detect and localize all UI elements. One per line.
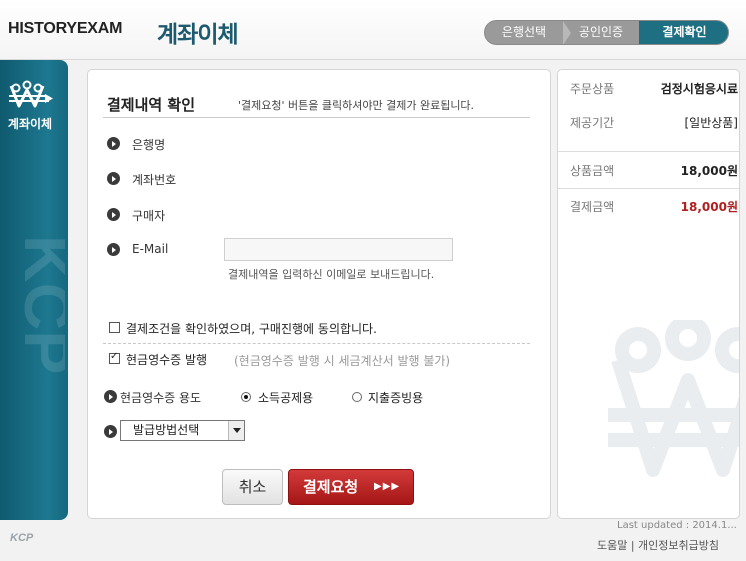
arrow-bullet-icon	[107, 137, 120, 150]
issue-method-select[interactable]: 발급방법선택	[120, 420, 245, 441]
usage-label: 현금영수증 용도	[120, 391, 202, 405]
progress-steps: 은행선택 공인인증 결제확인	[484, 20, 729, 45]
summary-product-key: 주문상품	[570, 82, 615, 96]
radio-income-deduction[interactable]	[241, 392, 251, 402]
arrow-bullet-icon	[104, 390, 117, 403]
arrow-bullet-icon	[107, 172, 120, 185]
footer-links[interactable]: 도움말 | 개인정보취급방침	[597, 537, 719, 553]
won-logo-icon	[9, 80, 53, 108]
buyer-label: 구매자	[132, 209, 166, 223]
left-rail: 계좌이체 KCP	[0, 60, 68, 520]
panel-title: 결제내역 확인	[107, 96, 196, 114]
last-updated: Last updated : 2014.1...	[617, 520, 737, 531]
chevron-down-icon	[228, 421, 244, 440]
agree-checkbox[interactable]	[109, 322, 120, 333]
payment-panel: 결제내역 확인 '결제요청' 버튼을 클릭하셔야만 결제가 완료됩니다. 은행명…	[87, 69, 551, 519]
kcp-watermark: KCP	[11, 235, 65, 374]
email-label: E-Mail	[132, 242, 169, 256]
receipt-checkbox[interactable]	[109, 351, 120, 364]
rail-label: 계좌이체	[7, 117, 53, 131]
step-certificate: 공인인증	[578, 25, 624, 39]
arrow-bullet-icon	[104, 425, 117, 438]
summary-price-value: 18,000원	[680, 164, 738, 178]
summary-period-key: 제공기간	[570, 116, 615, 130]
kcp-footer-logo: KCP	[10, 532, 34, 544]
arrow-bullet-icon	[107, 243, 120, 256]
summary-period-value: [일반상품]	[684, 116, 738, 130]
radio-expense-proof-label: 지출증빙용	[368, 391, 424, 405]
arrow-bullet-icon	[107, 208, 120, 221]
panel-description: '결제요청' 버튼을 클릭하셔야만 결제가 완료됩니다.	[238, 99, 475, 112]
divider	[103, 343, 530, 344]
summary-pay-key: 결제금액	[570, 200, 615, 214]
summary-period-row: 제공기간 [일반상품]	[570, 114, 738, 132]
step-bank-select: 은행선택	[501, 25, 547, 39]
submit-label: 결제요청	[303, 478, 359, 496]
page-title: 계좌이체	[157, 22, 239, 48]
brand-logo: HISTORYEXAM	[8, 20, 123, 37]
summary-price-row: 상품금액 18,000원	[570, 162, 738, 180]
order-summary-panel: 주문상품 검정시험응시료 제공기간 [일반상품] 상품금액 18,000원 결제…	[557, 69, 740, 519]
radio-income-deduction-label: 소득공제용	[258, 391, 314, 405]
summary-product-value: 검정시험응시료	[660, 82, 738, 96]
svg-text:KCP: KCP	[11, 235, 65, 374]
divider	[103, 117, 530, 118]
radio-expense-proof[interactable]	[352, 392, 362, 402]
account-label: 계좌번호	[132, 173, 177, 187]
divider	[558, 188, 739, 189]
receipt-note: (현금영수증 발행 시 세금계산서 발행 불가)	[234, 354, 451, 368]
receipt-label: 현금영수증 발행	[126, 353, 208, 367]
won-watermark-icon	[608, 320, 739, 477]
cancel-button[interactable]: 취소	[222, 469, 283, 505]
header-bar: HISTORYEXAM 계좌이체 은행선택 공인인증 결제확인	[0, 0, 746, 60]
step-payment-confirm: 결제확인	[639, 21, 728, 44]
bank-label: 은행명	[132, 138, 166, 152]
issue-method-value: 발급방법선택	[133, 423, 200, 437]
divider	[558, 151, 739, 152]
summary-pay-value: 18,000원	[680, 200, 738, 214]
email-note: 결제내역을 입력하신 이메일로 보내드립니다.	[228, 268, 435, 281]
agree-label: 결제조건을 확인하였으며, 구매진행에 동의합니다.	[126, 322, 377, 336]
triple-arrow-icon: ▶▶▶	[374, 481, 401, 492]
summary-price-key: 상품금액	[570, 164, 615, 178]
email-field[interactable]	[224, 238, 453, 261]
summary-product-row: 주문상품 검정시험응시료	[570, 80, 738, 98]
submit-payment-button[interactable]: 결제요청 ▶▶▶	[288, 469, 414, 505]
summary-pay-row: 결제금액 18,000원	[570, 198, 738, 216]
